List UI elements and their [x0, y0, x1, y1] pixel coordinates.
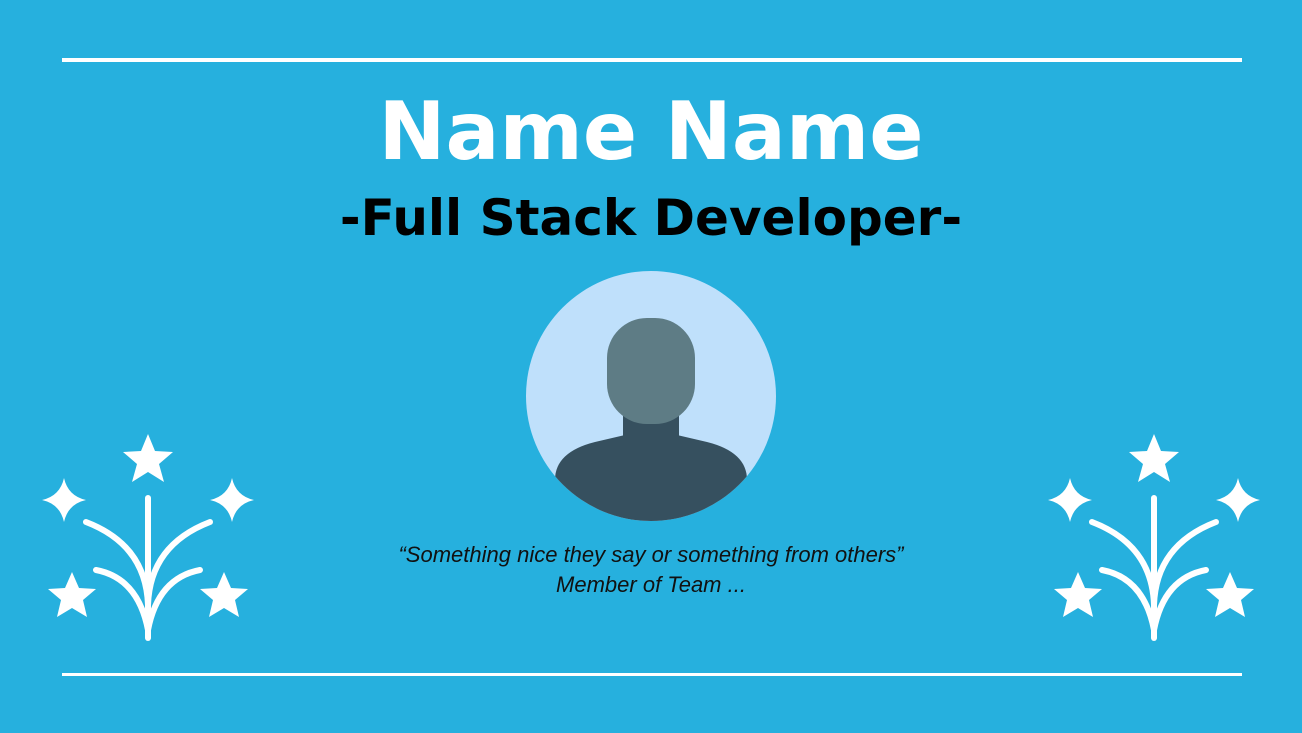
job-title: -Full Stack Developer- [339, 189, 963, 247]
fireworks-icon [42, 434, 254, 641]
top-divider [62, 58, 1242, 62]
person-avatar-icon [526, 271, 776, 521]
bottom-divider [62, 673, 1242, 676]
profile-slide: Name Name -Full Stack Developer- “Someth… [0, 0, 1302, 733]
person-name: Name Name [378, 85, 924, 178]
fireworks-icon [1048, 434, 1260, 641]
